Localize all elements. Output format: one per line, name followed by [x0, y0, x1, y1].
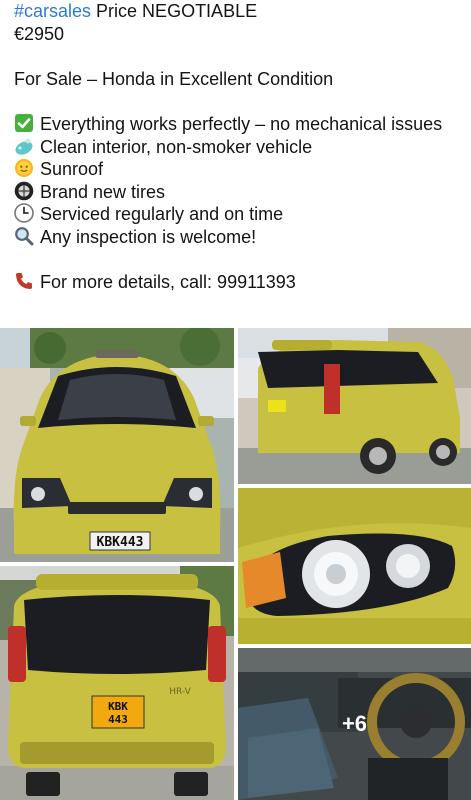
photo-rear-side-view[interactable]: [238, 328, 471, 484]
tire-icon: [14, 181, 34, 201]
feature-text: Sunroof: [40, 159, 104, 180]
headline-text: Price NEGOTIABLE: [91, 1, 258, 21]
headline: #carsales Price NEGOTIABLE: [14, 0, 464, 23]
post-title: For Sale – Honda in Excellent Condition: [14, 68, 334, 89]
model-badge: HR-V: [169, 687, 191, 697]
feature-text: Brand new tires: [40, 181, 166, 202]
photo-headlight[interactable]: [238, 488, 471, 644]
rear-plate-line2: 443: [108, 713, 128, 726]
feature-text: Everything works perfectly – no mechanic…: [40, 113, 443, 134]
magnifier-icon: [14, 226, 34, 246]
feature-item: Sunroof: [14, 158, 464, 181]
feature-item: Serviced regularly and on time: [14, 203, 464, 226]
photo-interior[interactable]: +6: [238, 648, 471, 800]
soap-icon: [14, 136, 34, 156]
contact-line: For more details, call: 99911393: [14, 271, 464, 294]
feature-item: Any inspection is welcome!: [14, 226, 464, 249]
more-photos-count: +6: [341, 711, 368, 736]
photo-front-view[interactable]: KBK443: [0, 328, 234, 562]
feature-text: Serviced regularly and on time: [40, 204, 284, 225]
price: €2950: [14, 23, 65, 44]
feature-text: Any inspection is welcome!: [40, 226, 257, 247]
feature-text: Clean interior, non-smoker vehicle: [40, 136, 313, 157]
contact-text[interactable]: For more details, call: 99911393: [40, 272, 296, 292]
clock-icon: [14, 203, 34, 224]
feature-item: Everything works perfectly – no mechanic…: [14, 113, 464, 136]
hashtag-link[interactable]: #carsales: [14, 1, 91, 21]
more-photos-overlay[interactable]: +6: [238, 648, 471, 800]
front-plate-text: KBK443: [97, 535, 144, 550]
feature-item: Clean interior, non-smoker vehicle: [14, 136, 464, 159]
rear-plate-line1: KBK: [108, 700, 128, 713]
feature-item: Brand new tires: [14, 181, 464, 204]
photo-rear-view[interactable]: KBK 443 HR-V: [0, 566, 234, 800]
phone-icon: [14, 271, 34, 291]
photo-gallery: KBK443 KBK 443 HR-V +6: [0, 328, 471, 800]
post-text: #carsales Price NEGOTIABLE €2950 For Sal…: [14, 0, 464, 294]
sun-icon: [14, 158, 34, 178]
check-icon: [14, 113, 34, 133]
